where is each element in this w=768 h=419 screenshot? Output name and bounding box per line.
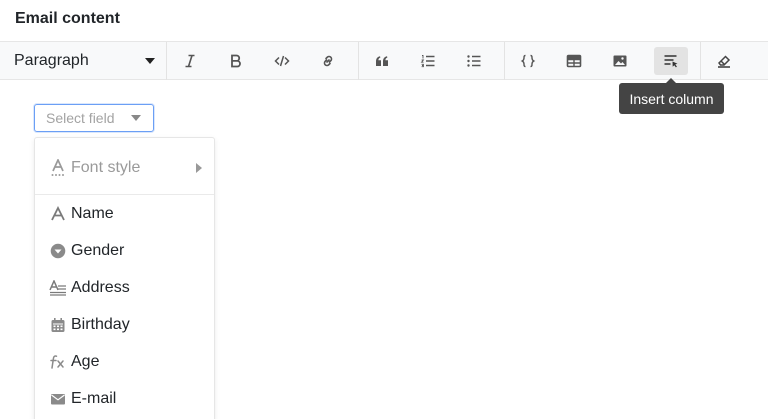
dropdown-divider	[35, 194, 214, 195]
page-title: Email content	[15, 10, 120, 27]
image-button[interactable]	[603, 47, 637, 75]
ordered-list-icon	[420, 55, 435, 68]
editor-toolbar: Paragraph	[0, 41, 768, 80]
code-block-icon	[520, 54, 536, 68]
dropdown-item-email[interactable]: E-mail	[35, 383, 214, 415]
ordered-list-button[interactable]	[411, 47, 445, 75]
field-dropdown-menu: Font style Name Gender Address Birthday …	[34, 137, 215, 419]
dropdown-item-birthday[interactable]: Birthday	[35, 309, 214, 341]
quote-icon	[376, 56, 388, 66]
dropdown-item-label: Name	[71, 205, 114, 222]
insert-column-icon	[664, 55, 678, 68]
dropdown-item-label: Age	[71, 353, 100, 370]
font-style-icon	[49, 159, 67, 177]
select-field-dropdown[interactable]: Select field	[34, 104, 154, 132]
image-icon	[613, 55, 627, 67]
email-icon	[49, 390, 67, 408]
bold-icon	[231, 54, 241, 68]
quote-button[interactable]	[365, 47, 399, 75]
table-icon	[566, 54, 582, 68]
single-select-icon	[49, 242, 67, 260]
italic-icon	[185, 54, 195, 68]
paragraph-style-select[interactable]: Paragraph	[14, 42, 159, 80]
dropdown-item-name[interactable]: Name	[35, 198, 214, 230]
paragraph-style-label: Paragraph	[14, 52, 89, 69]
chevron-right-icon	[196, 163, 202, 173]
tooltip-text: Insert column	[629, 90, 714, 107]
long-text-icon	[49, 279, 67, 297]
dropdown-item-address[interactable]: Address	[35, 272, 214, 304]
calendar-icon	[49, 316, 67, 334]
toolbar-divider	[504, 42, 505, 80]
code-icon	[274, 55, 290, 67]
clear-format-button[interactable]	[707, 47, 741, 75]
dropdown-item-label: E-mail	[71, 390, 117, 407]
toolbar-divider	[358, 42, 359, 80]
dropdown-item-age[interactable]: Age	[35, 346, 214, 378]
dropdown-item-font-style[interactable]: Font style	[35, 152, 214, 184]
link-icon	[323, 55, 333, 67]
link-button[interactable]	[311, 47, 345, 75]
code-block-button[interactable]	[511, 47, 545, 75]
table-button[interactable]	[557, 47, 591, 75]
text-icon	[49, 205, 67, 223]
formula-icon	[49, 353, 67, 371]
toolbar-divider	[700, 42, 701, 80]
unordered-list-button[interactable]	[457, 47, 491, 75]
insert-column-tooltip: Insert column	[619, 78, 724, 114]
insert-column-button[interactable]	[654, 47, 688, 75]
chevron-down-icon	[145, 58, 155, 64]
italic-button[interactable]	[173, 47, 207, 75]
dropdown-item-gender[interactable]: Gender	[35, 235, 214, 267]
toolbar-divider	[166, 42, 167, 80]
select-field-placeholder: Select field	[46, 110, 115, 126]
eraser-icon	[718, 55, 731, 68]
dropdown-item-label: Address	[71, 279, 130, 296]
code-button[interactable]	[265, 47, 299, 75]
chevron-down-icon	[131, 115, 141, 121]
dropdown-item-label: Font style	[71, 159, 141, 176]
dropdown-item-label: Birthday	[71, 316, 130, 333]
bold-button[interactable]	[219, 47, 253, 75]
dropdown-item-label: Gender	[71, 242, 125, 259]
unordered-list-icon	[467, 55, 481, 67]
